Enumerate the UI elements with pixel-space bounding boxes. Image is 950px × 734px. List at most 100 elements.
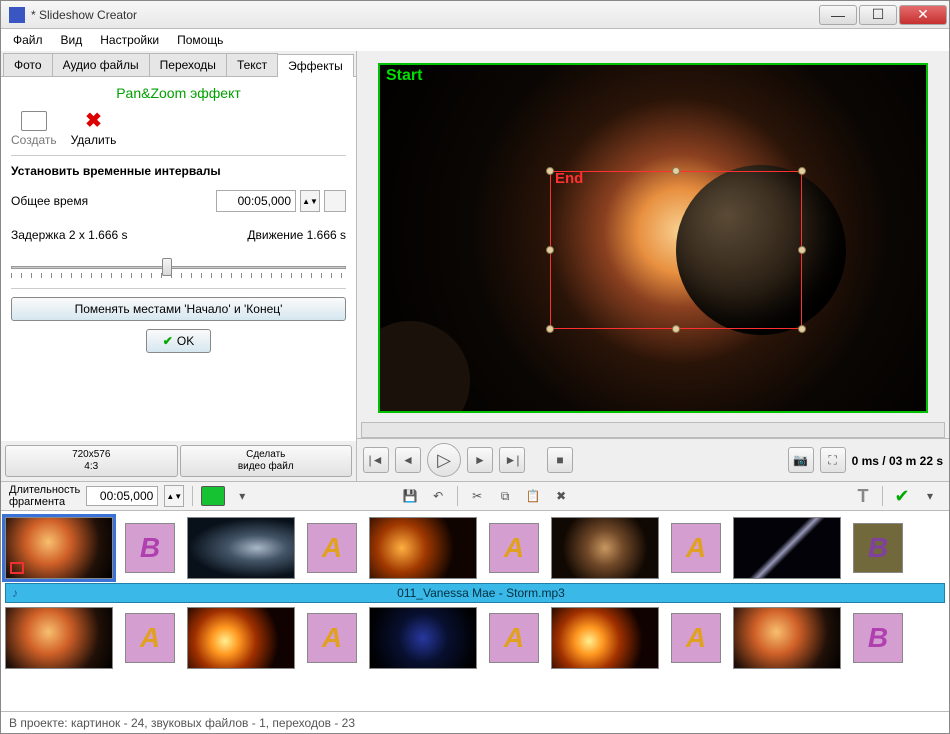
play-button[interactable]: ▷ (427, 443, 461, 477)
window-title: * Slideshow Creator (31, 8, 817, 22)
fragment-duration-label: Длительность фрагмента (9, 484, 80, 508)
resize-handle[interactable] (798, 167, 806, 175)
cut-icon[interactable]: ✂ (466, 485, 488, 507)
tab-audio[interactable]: Аудио файлы (52, 53, 150, 76)
snapshot-button[interactable]: 📷 (788, 447, 814, 473)
maximize-button[interactable]: ☐ (859, 5, 897, 25)
transition-thumb[interactable]: A (671, 613, 721, 663)
swap-start-end-button[interactable]: Поменять местами 'Начало' и 'Конец' (11, 297, 346, 321)
create-effect-button[interactable]: Создать (11, 111, 57, 147)
save-icon[interactable]: 💾 (399, 485, 421, 507)
preview-scrollbar[interactable] (361, 422, 945, 438)
resize-handle[interactable] (672, 325, 680, 333)
apply-icon[interactable]: ✔ (891, 485, 913, 507)
slide-thumb[interactable] (733, 607, 841, 669)
slide-thumb[interactable] (5, 607, 113, 669)
fullscreen-button[interactable]: ⛶ (820, 447, 846, 473)
timecode: 0 ms / 03 m 22 s (852, 452, 943, 468)
create-label: Создать (11, 133, 57, 147)
copy-icon[interactable]: ⧉ (494, 485, 516, 507)
app-icon (9, 7, 25, 23)
time-aux-button[interactable] (324, 190, 346, 212)
slide-thumb[interactable] (369, 517, 477, 579)
end-frame-label: End (555, 170, 583, 187)
delete-effect-button[interactable]: ✖ Удалить (71, 109, 117, 147)
prev-frame-button[interactable]: ◄ (395, 447, 421, 473)
minimize-button[interactable]: — (819, 5, 857, 25)
time-spinner[interactable]: ▲▼ (300, 190, 320, 212)
close-button[interactable]: ✕ (899, 5, 947, 25)
transition-thumb[interactable]: A (307, 523, 357, 573)
motion-label: Движение 1.666 s (247, 228, 346, 242)
slide-thumb[interactable] (187, 607, 295, 669)
fragment-duration-input[interactable] (86, 486, 158, 506)
tab-photo[interactable]: Фото (3, 53, 53, 76)
left-panel: Фото Аудио файлы Переходы Текст Эффекты … (1, 51, 357, 481)
face-thumbnail[interactable] (201, 486, 225, 506)
audio-track[interactable]: ♪ 011_Vanessa Mae - Storm.mp3 (5, 583, 945, 603)
timeline-row: A A A A B (5, 607, 945, 669)
tab-text[interactable]: Текст (226, 53, 278, 76)
timeline[interactable]: B A A A B ♪ 011_Vanessa Mae - Storm.mp3 … (1, 511, 949, 711)
resize-handle[interactable] (798, 325, 806, 333)
menu-help[interactable]: Помощь (169, 31, 231, 49)
menubar: Файл Вид Настройки Помощь (1, 29, 949, 51)
timeline-row: B A A A B (5, 517, 945, 579)
slide-thumb[interactable] (369, 607, 477, 669)
total-time-label: Общее время (11, 194, 88, 208)
resize-handle[interactable] (546, 246, 554, 254)
chevron-down-icon[interactable]: ▾ (231, 485, 253, 507)
paste-icon[interactable]: 📋 (522, 485, 544, 507)
ok-button[interactable]: ✔ OK (146, 329, 211, 353)
stop-button[interactable]: ■ (547, 447, 573, 473)
titlebar: * Slideshow Creator — ☐ ✕ (1, 1, 949, 29)
fragment-duration-spinner[interactable]: ▲▼ (164, 485, 184, 507)
tab-effects[interactable]: Эффекты (277, 54, 354, 77)
transition-thumb[interactable]: A (307, 613, 357, 663)
slide-thumb[interactable] (187, 517, 295, 579)
transition-thumb[interactable]: A (489, 523, 539, 573)
resize-handle[interactable] (672, 167, 680, 175)
next-frame-button[interactable]: ► (467, 447, 493, 473)
slide-thumb[interactable] (551, 607, 659, 669)
make-video-button[interactable]: Сделать видео файл (180, 445, 353, 477)
delete-icon[interactable]: ✖ (550, 485, 572, 507)
menu-settings[interactable]: Настройки (92, 31, 167, 49)
rect-icon (21, 111, 47, 131)
transition-thumb[interactable]: B (853, 523, 903, 573)
start-frame-label: Start (386, 67, 422, 85)
menu-view[interactable]: Вид (53, 31, 91, 49)
tab-transitions[interactable]: Переходы (149, 53, 227, 76)
tab-bar: Фото Аудио файлы Переходы Текст Эффекты (1, 51, 356, 77)
undo-icon[interactable]: ↶ (427, 485, 449, 507)
total-time-input[interactable] (216, 190, 296, 212)
resolution-button[interactable]: 720x576 4:3 (5, 445, 178, 477)
slide-thumb[interactable] (551, 517, 659, 579)
apply-dropdown-icon[interactable]: ▾ (919, 485, 941, 507)
check-icon: ✔ (163, 334, 173, 348)
effect-title: Pan&Zoom эффект (11, 85, 346, 101)
end-frame-rect[interactable]: End (550, 171, 802, 329)
music-note-icon: ♪ (12, 586, 18, 600)
x-icon: ✖ (83, 109, 105, 131)
resize-handle[interactable] (798, 246, 806, 254)
transition-thumb[interactable]: B (853, 613, 903, 663)
status-text: В проекте: картинок - 24, звуковых файло… (9, 716, 355, 730)
slide-thumb[interactable] (733, 517, 841, 579)
goto-start-button[interactable]: |◄ (363, 447, 389, 473)
text-tool-icon[interactable]: T (852, 485, 874, 507)
resize-handle[interactable] (546, 325, 554, 333)
intervals-heading: Установить временные интервалы (11, 164, 346, 178)
preview-canvas[interactable]: Start End (378, 63, 928, 413)
transition-thumb[interactable]: A (125, 613, 175, 663)
delete-label: Удалить (71, 133, 117, 147)
delay-motion-slider[interactable] (11, 256, 346, 278)
audio-filename: 011_Vanessa Mae - Storm.mp3 (24, 586, 938, 600)
menu-file[interactable]: Файл (5, 31, 51, 49)
transition-thumb[interactable]: A (489, 613, 539, 663)
resize-handle[interactable] (546, 167, 554, 175)
transition-thumb[interactable]: A (671, 523, 721, 573)
slide-thumb[interactable] (5, 517, 113, 579)
transition-thumb[interactable]: B (125, 523, 175, 573)
goto-end-button[interactable]: ►| (499, 447, 525, 473)
